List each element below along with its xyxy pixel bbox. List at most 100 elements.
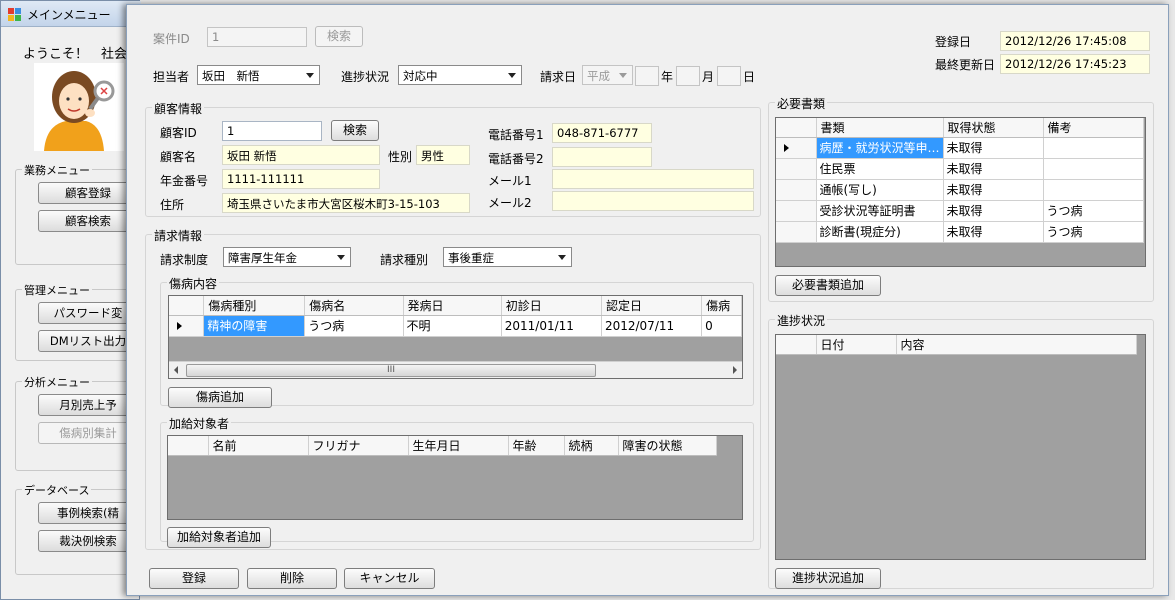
- case-search-button[interactable]: 事例検索(精: [38, 502, 138, 524]
- register-button[interactable]: 登録: [149, 568, 239, 589]
- row-header[interactable]: [776, 221, 817, 243]
- monthly-sales-button[interactable]: 月別売上予: [38, 394, 138, 416]
- documents-col-status[interactable]: 取得状態: [943, 118, 1044, 138]
- document-cell-name[interactable]: 通帳(写し): [816, 179, 944, 201]
- add-document-button[interactable]: 必要書類追加: [775, 275, 881, 296]
- staff-dropdown[interactable]: 坂田 新悟: [197, 65, 320, 85]
- document-cell-status[interactable]: 未取得: [943, 200, 1044, 222]
- injury-grid-scrollbar[interactable]: III: [169, 361, 742, 378]
- injury-grid[interactable]: 傷病種別 傷病名 発病日 初診日 認定日 傷病 精神の障害 うつ病 不明 201…: [168, 295, 743, 379]
- row-header[interactable]: [776, 137, 817, 159]
- injury-cell-extra[interactable]: 0: [701, 315, 742, 337]
- row-header[interactable]: [776, 179, 817, 201]
- dependents-title: 加給対象者: [167, 415, 232, 432]
- scroll-left-icon[interactable]: [174, 366, 178, 374]
- table-row[interactable]: 住民票 未取得: [776, 158, 1144, 180]
- injury-col-certified[interactable]: 認定日: [601, 296, 703, 316]
- dependents-section: 加給対象者 名前 フリガナ 生年月日 年齢 続柄 障害の状態 加給対象者追加: [160, 415, 754, 548]
- claim-type-dropdown[interactable]: 事後重症: [443, 247, 572, 267]
- scrollbar-thumb[interactable]: III: [186, 364, 596, 377]
- injury-col-onset[interactable]: 発病日: [403, 296, 502, 316]
- injury-stats-button[interactable]: 傷病別集計: [38, 422, 138, 444]
- dependents-col-disability[interactable]: 障害の状態: [618, 436, 717, 456]
- injury-cell-certified[interactable]: 2012/07/11: [601, 315, 703, 337]
- document-cell-note[interactable]: うつ病: [1043, 221, 1144, 243]
- injury-col-extra[interactable]: 傷病: [701, 296, 742, 316]
- customer-search-button[interactable]: 検索: [331, 120, 379, 141]
- dependents-col-relation[interactable]: 続柄: [564, 436, 619, 456]
- era-dropdown[interactable]: 平成: [582, 65, 633, 85]
- case-id-field[interactable]: 1: [207, 27, 307, 47]
- mail1-value: [552, 169, 754, 189]
- row-header[interactable]: [776, 158, 817, 180]
- progress-grid[interactable]: 日付 内容: [775, 334, 1146, 560]
- injury-cell-first-visit[interactable]: 2011/01/11: [501, 315, 602, 337]
- document-cell-status[interactable]: 未取得: [943, 158, 1044, 180]
- document-cell-name[interactable]: 病歴・就労状況等申…: [816, 137, 944, 159]
- claim-year-field[interactable]: [635, 66, 659, 86]
- injury-col-first-visit[interactable]: 初診日: [501, 296, 602, 316]
- table-row[interactable]: 病歴・就労状況等申… 未取得: [776, 137, 1144, 159]
- customer-register-button[interactable]: 顧客登録: [38, 182, 138, 204]
- gender-value: 男性: [416, 145, 470, 165]
- progress-col-content[interactable]: 内容: [896, 335, 1137, 355]
- injury-cell-name[interactable]: うつ病: [304, 315, 404, 337]
- case-id-label: 案件ID: [153, 32, 190, 46]
- case-search-button[interactable]: 検索: [315, 26, 363, 47]
- injury-cell-onset[interactable]: 不明: [403, 315, 502, 337]
- injury-col-type[interactable]: 傷病種別: [203, 296, 306, 316]
- document-cell-name[interactable]: 診断書(現症分): [816, 221, 944, 243]
- delete-button[interactable]: 削除: [247, 568, 337, 589]
- document-cell-status[interactable]: 未取得: [943, 137, 1044, 159]
- document-cell-note[interactable]: [1043, 137, 1144, 159]
- dependents-col-kana[interactable]: フリガナ: [308, 436, 409, 456]
- customer-id-field[interactable]: 1: [222, 121, 322, 141]
- row-header[interactable]: [776, 200, 817, 222]
- table-row[interactable]: 通帳(写し) 未取得: [776, 179, 1144, 201]
- injury-details-section: 傷病内容 傷病種別 傷病名 発病日 初診日 認定日 傷病 精神の障害 うつ病 不…: [160, 275, 754, 408]
- documents-col-note[interactable]: 備考: [1043, 118, 1144, 138]
- document-cell-name[interactable]: 受診状況等証明書: [816, 200, 944, 222]
- injury-cell-type[interactable]: 精神の障害: [203, 315, 306, 337]
- documents-grid[interactable]: 書類 取得状態 備考 病歴・就労状況等申… 未取得 住民票 未取得 通帳(写し)…: [775, 117, 1146, 267]
- dependents-grid[interactable]: 名前 フリガナ 生年月日 年齢 続柄 障害の状態: [167, 435, 743, 520]
- password-change-button[interactable]: パスワード変: [38, 302, 138, 324]
- dependents-col-birthdate[interactable]: 生年月日: [408, 436, 509, 456]
- progress-status-dropdown[interactable]: 対応中: [398, 65, 522, 85]
- business-menu-group: 業務メニュー 顧客登録 顧客検索: [15, 162, 139, 265]
- progress-col-date[interactable]: 日付: [816, 335, 897, 355]
- table-row[interactable]: 受診状況等証明書 未取得 うつ病: [776, 200, 1144, 222]
- add-injury-button[interactable]: 傷病追加: [168, 387, 272, 408]
- document-cell-note[interactable]: うつ病: [1043, 200, 1144, 222]
- document-cell-note[interactable]: [1043, 179, 1144, 201]
- progress-section: 進捗状況 日付 内容 進捗状況追加: [768, 312, 1154, 589]
- add-progress-button[interactable]: 進捗状況追加: [775, 568, 881, 589]
- claim-day-field[interactable]: [717, 66, 741, 86]
- staff-value: 坂田 新悟: [202, 69, 260, 83]
- document-cell-status[interactable]: 未取得: [943, 221, 1044, 243]
- dependents-col-age[interactable]: 年齢: [508, 436, 565, 456]
- document-cell-name[interactable]: 住民票: [816, 158, 944, 180]
- row-header[interactable]: [169, 315, 205, 337]
- documents-col-name[interactable]: 書類: [816, 118, 944, 138]
- claim-system-dropdown[interactable]: 障害厚生年金: [223, 247, 351, 267]
- dm-list-output-button[interactable]: DMリスト出力: [38, 330, 138, 352]
- chevron-down-icon: [306, 73, 314, 78]
- chevron-down-icon: [558, 255, 566, 260]
- injury-col-name[interactable]: 傷病名: [304, 296, 404, 316]
- registered-date-value: 2012/12/26 17:45:08: [1000, 31, 1150, 51]
- main-menu-titlebar[interactable]: メインメニュー: [1, 1, 141, 27]
- customer-search-button[interactable]: 顧客検索: [38, 210, 138, 232]
- add-dependent-button[interactable]: 加給対象者追加: [167, 527, 271, 548]
- table-row[interactable]: 精神の障害 うつ病 不明 2011/01/11 2012/07/11 0: [169, 315, 742, 337]
- ruling-search-button[interactable]: 裁決例検索: [38, 530, 138, 552]
- claim-month-field[interactable]: [676, 66, 700, 86]
- dependents-col-name[interactable]: 名前: [208, 436, 309, 456]
- table-row[interactable]: 診断書(現症分) 未取得 うつ病: [776, 221, 1144, 243]
- progress-title: 進捗状況: [775, 312, 828, 329]
- document-cell-note[interactable]: [1043, 158, 1144, 180]
- scroll-right-icon[interactable]: [733, 366, 737, 374]
- cancel-button[interactable]: キャンセル: [344, 568, 435, 589]
- document-cell-status[interactable]: 未取得: [943, 179, 1044, 201]
- avatar: [34, 63, 124, 151]
